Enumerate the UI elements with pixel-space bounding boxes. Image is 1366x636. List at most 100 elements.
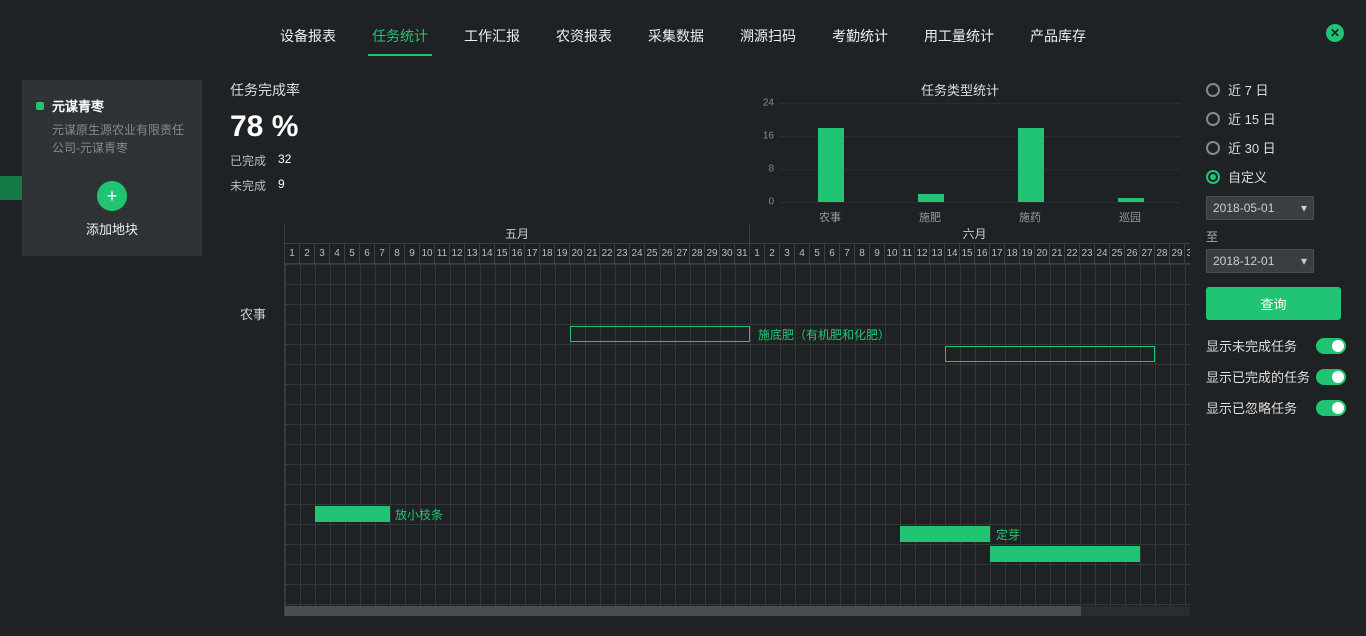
range-radio-1[interactable]: 近 15 日 — [1206, 109, 1346, 128]
gantt-day-header: 9 — [405, 244, 420, 263]
gantt-day-header: 16 — [510, 244, 525, 263]
gantt-day-header: 17 — [990, 244, 1005, 263]
range-radio-label: 近 15 日 — [1228, 109, 1276, 128]
gantt-day-header: 29 — [1170, 244, 1185, 263]
add-plot-button[interactable]: + — [97, 181, 127, 211]
gantt-bar-1[interactable] — [945, 346, 1155, 362]
gantt-day-header: 4 — [795, 244, 810, 263]
nav-tab-8[interactable]: 产品库存 — [1026, 18, 1090, 56]
gantt-day-header: 9 — [870, 244, 885, 263]
gantt-day-header: 5 — [810, 244, 825, 263]
gantt-day-header: 12 — [450, 244, 465, 263]
plot-card[interactable]: 元谋青枣 元谋原生源农业有限责任公司-元谋青枣 — [22, 80, 202, 171]
range-radio-0[interactable]: 近 7 日 — [1206, 80, 1346, 99]
plot-status-dot — [36, 102, 44, 110]
gantt-day-header: 25 — [1110, 244, 1125, 263]
nav-tab-3[interactable]: 农资报表 — [552, 18, 616, 56]
chevron-down-icon: ▾ — [1301, 201, 1307, 215]
gantt-bar-2[interactable] — [315, 506, 390, 522]
gantt-day-header: 28 — [1155, 244, 1170, 263]
right-panel: 近 7 日近 15 日近 30 日自定义 2018-05-01 ▾ 至 2018… — [1206, 80, 1346, 417]
close-icon[interactable]: ✕ — [1326, 24, 1344, 42]
plot-title: 元谋青枣 — [52, 96, 104, 115]
gantt-bar-3[interactable] — [900, 526, 990, 542]
date-to-value: 2018-12-01 — [1213, 254, 1274, 268]
chart-x-label: 施肥 — [880, 209, 980, 225]
gantt-day-header: 6 — [360, 244, 375, 263]
gantt-day-header: 15 — [960, 244, 975, 263]
gantt-h-scroll-thumb[interactable] — [285, 606, 1081, 616]
gantt-day-header: 7 — [375, 244, 390, 263]
nav-tab-7[interactable]: 用工量统计 — [920, 18, 998, 56]
add-plot-label: 添加地块 — [86, 219, 138, 238]
gantt-day-header: 23 — [1080, 244, 1095, 263]
nav-tab-1[interactable]: 任务统计 — [368, 18, 432, 56]
gantt-day-header: 5 — [345, 244, 360, 263]
gantt-day-header: 11 — [435, 244, 450, 263]
gantt-day-header: 17 — [525, 244, 540, 263]
gantt-h-scrollbar[interactable] — [285, 606, 1190, 616]
chart-bar-2 — [1018, 128, 1044, 202]
gantt-day-header: 13 — [465, 244, 480, 263]
range-radio-3[interactable]: 自定义 — [1206, 167, 1346, 186]
sidebar: 元谋青枣 元谋原生源农业有限责任公司-元谋青枣 + 添加地块 — [22, 80, 202, 256]
toggle-row-0: 显示未完成任务 — [1206, 336, 1346, 355]
gantt-day-header: 6 — [825, 244, 840, 263]
nav-tab-4[interactable]: 采集数据 — [644, 18, 708, 56]
gantt-day-header: 2 — [300, 244, 315, 263]
gantt-day-header: 27 — [675, 244, 690, 263]
range-radio-label: 近 30 日 — [1228, 138, 1276, 157]
nav-tab-6[interactable]: 考勤统计 — [828, 18, 892, 56]
gantt-day-header: 19 — [555, 244, 570, 263]
toggle-switch-2[interactable] — [1316, 400, 1346, 416]
gantt-day-header: 20 — [570, 244, 585, 263]
gantt-bar-0[interactable] — [570, 326, 750, 342]
gantt-day-header: 10 — [885, 244, 900, 263]
nav-tab-5[interactable]: 溯源扫码 — [736, 18, 800, 56]
gantt-day-header: 27 — [1140, 244, 1155, 263]
gantt-day-header: 12 — [915, 244, 930, 263]
query-button[interactable]: 查询 — [1206, 287, 1341, 320]
gantt-month-header: 五月 — [285, 224, 750, 243]
range-radio-label: 近 7 日 — [1228, 80, 1268, 99]
date-from-value: 2018-05-01 — [1213, 201, 1274, 215]
date-from-input[interactable]: 2018-05-01 ▾ — [1206, 196, 1314, 220]
toggle-switch-0[interactable] — [1316, 338, 1346, 354]
toggle-row-1: 显示已完成的任务 — [1206, 367, 1346, 386]
gantt-day-header: 1 — [750, 244, 765, 263]
gantt-day-header: 24 — [630, 244, 645, 263]
toggle-switch-1[interactable] — [1316, 369, 1346, 385]
range-radio-label: 自定义 — [1228, 167, 1267, 186]
gantt-day-header: 29 — [705, 244, 720, 263]
gantt-month-header: 六月 — [750, 224, 1190, 243]
gantt-bar-4[interactable] — [990, 546, 1140, 562]
gantt-day-header: 13 — [930, 244, 945, 263]
nav-tab-0[interactable]: 设备报表 — [276, 18, 340, 56]
nav-tab-2[interactable]: 工作汇报 — [460, 18, 524, 56]
gantt-day-header: 23 — [615, 244, 630, 263]
task-type-chart: 任务类型统计 081624 农事施肥施药巡园 — [740, 80, 1180, 210]
undone-label: 未完成 — [230, 177, 266, 194]
chart-title: 任务类型统计 — [740, 80, 1180, 99]
range-radio-2[interactable]: 近 30 日 — [1206, 138, 1346, 157]
chart-bar-3 — [1118, 198, 1144, 202]
gantt-day-header: 18 — [1005, 244, 1020, 263]
chart-bar-0 — [818, 128, 844, 202]
gantt-day-header: 3 — [780, 244, 795, 263]
undone-value: 9 — [278, 177, 285, 194]
gantt-day-header: 21 — [1050, 244, 1065, 263]
gantt-row-label: 农事 — [240, 304, 266, 323]
chart-x-label: 施药 — [980, 209, 1080, 225]
chart-bar-1 — [918, 194, 944, 202]
gantt-day-header: 22 — [600, 244, 615, 263]
gantt-day-header: 1 — [285, 244, 300, 263]
chart-y-tick: 16 — [750, 130, 774, 141]
gantt-day-header: 18 — [540, 244, 555, 263]
chart-x-label: 巡园 — [1080, 209, 1180, 225]
toggle-label: 显示已忽略任务 — [1206, 398, 1297, 417]
gantt-day-header: 8 — [390, 244, 405, 263]
date-to-input[interactable]: 2018-12-01 ▾ — [1206, 249, 1314, 273]
gantt-day-header: 28 — [690, 244, 705, 263]
gantt-day-header: 10 — [420, 244, 435, 263]
toggle-label: 显示未完成任务 — [1206, 336, 1297, 355]
